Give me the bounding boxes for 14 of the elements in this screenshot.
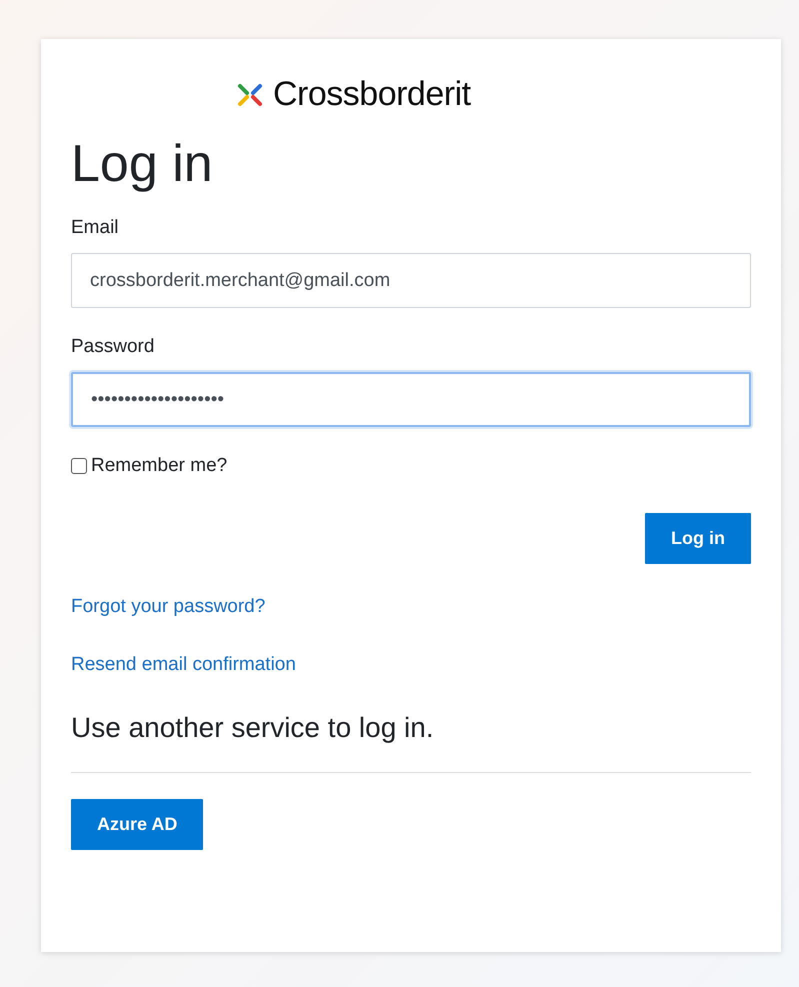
email-label: Email bbox=[71, 217, 120, 240]
logo-text: Crossborderit bbox=[273, 75, 471, 114]
password-field[interactable]: •••••••••••••••••••• bbox=[71, 372, 751, 428]
text-link[interactable]: Resend email confirmation bbox=[71, 654, 296, 676]
email-field[interactable]: crossborderit.merchant@gmail.com bbox=[71, 253, 751, 308]
remember-label: Remember me? bbox=[91, 455, 228, 478]
provider-button[interactable]: Azure AD bbox=[71, 799, 204, 850]
remember-checkbox[interactable] bbox=[71, 458, 87, 474]
password-label: Password bbox=[71, 336, 156, 358]
logo-icon bbox=[237, 82, 263, 106]
section-heading: Use another service to log in. bbox=[71, 712, 435, 744]
login-button[interactable]: Log in bbox=[645, 513, 751, 564]
text-link[interactable]: Forgot your password? bbox=[71, 596, 266, 618]
page-title: Log in bbox=[71, 136, 214, 194]
